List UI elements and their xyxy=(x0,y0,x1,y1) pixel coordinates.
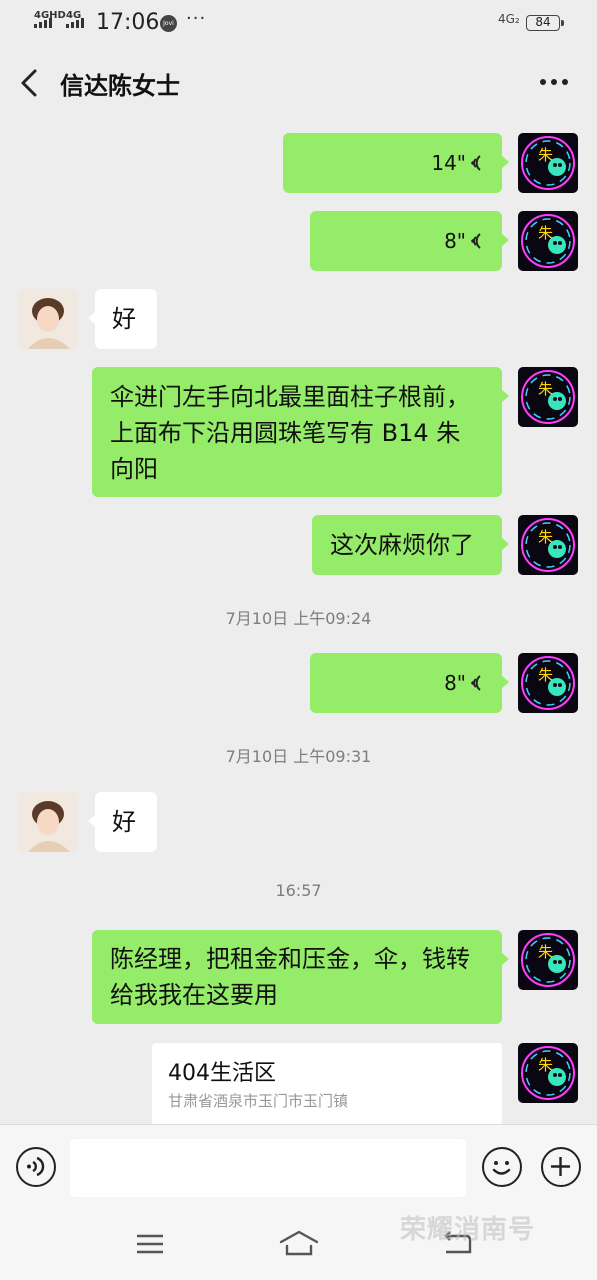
battery-icon: 84 xyxy=(526,15,564,31)
my-avatar[interactable]: 朱 xyxy=(518,1043,578,1103)
message-text: 好 xyxy=(112,808,136,836)
home-icon[interactable] xyxy=(278,1228,320,1258)
avatar-char: 朱 xyxy=(538,380,553,398)
voice-duration: 8" xyxy=(444,671,466,695)
avatar-char: 朱 xyxy=(538,528,553,546)
message-text: 这次麻烦你了 xyxy=(330,531,474,559)
message-line: 给我我在这要用 xyxy=(110,981,278,1009)
my-avatar[interactable]: 朱 xyxy=(518,133,578,193)
chat-timestamp: 7月10日 上午09:24 xyxy=(225,609,372,628)
avatar-char: 朱 xyxy=(538,146,553,164)
voice-message-bubble[interactable]: 14" xyxy=(283,133,509,193)
chat-timestamp: 7月10日 上午09:31 xyxy=(225,747,372,766)
chevron-left-icon[interactable] xyxy=(16,66,46,100)
chat-timestamp: 16:57 xyxy=(275,881,322,900)
voice-message-bubble[interactable]: 8" xyxy=(310,653,509,713)
voice-duration: 8" xyxy=(444,229,466,253)
my-avatar[interactable]: 朱 xyxy=(518,367,578,427)
text-message-bubble[interactable]: 伞进门左手向北最里面柱子根前， 上面布下沿用圆珠笔写有 B14 朱 向阳 xyxy=(92,367,509,497)
status-bar: 4GHD 4G 17:06 Jovi ··· 4G₂ 84 xyxy=(0,0,597,48)
location-card[interactable]: 404生活区 甘肃省酒泉市玉门市玉门镇 xyxy=(152,1043,502,1125)
location-address: 甘肃省酒泉市玉门市玉门镇 xyxy=(168,1092,349,1110)
avatar-char: 朱 xyxy=(538,224,553,242)
message-text: 好 xyxy=(112,305,136,333)
my-avatar[interactable]: 朱 xyxy=(518,930,578,990)
text-message-bubble[interactable]: 陈经理，把租金和压金，伞，钱转 给我我在这要用 xyxy=(92,930,509,1024)
voice-icon[interactable] xyxy=(16,1147,56,1187)
signal-icon-2 xyxy=(66,18,84,28)
my-avatar[interactable]: 朱 xyxy=(518,515,578,575)
location-name: 404生活区 xyxy=(168,1061,276,1086)
contact-avatar[interactable] xyxy=(18,792,78,852)
plus-icon[interactable] xyxy=(541,1147,581,1187)
chat-header: 信达陈女士 xyxy=(0,48,597,118)
emoji-icon[interactable] xyxy=(482,1147,522,1187)
voice-wave-icon xyxy=(471,233,481,249)
network-label-3: 4G₂ xyxy=(498,12,520,26)
signal-icon xyxy=(34,18,52,28)
message-line: 上面布下沿用圆珠笔写有 B14 朱 xyxy=(110,419,461,447)
voice-wave-icon xyxy=(471,155,481,171)
voice-duration: 14" xyxy=(431,151,466,175)
menu-icon[interactable] xyxy=(134,1232,166,1256)
message-input[interactable] xyxy=(70,1139,466,1197)
chat-title: 信达陈女士 xyxy=(60,72,180,100)
clock: 17:06 xyxy=(96,10,160,35)
avatar-char: 朱 xyxy=(538,943,553,961)
voice-wave-icon xyxy=(471,675,481,691)
text-message-bubble[interactable]: 好 xyxy=(88,289,157,349)
my-avatar[interactable]: 朱 xyxy=(518,211,578,271)
notification-dots: ··· xyxy=(186,8,207,29)
jovi-icon: Jovi xyxy=(160,15,177,32)
watermark: 荣耀消南号 xyxy=(400,1215,536,1245)
voice-message-bubble[interactable]: 8" xyxy=(310,211,509,271)
my-avatar[interactable]: 朱 xyxy=(518,653,578,713)
message-line: 陈经理，把租金和压金，伞，钱转 xyxy=(110,945,470,973)
message-line: 向阳 xyxy=(110,455,158,483)
input-bar xyxy=(0,1124,597,1208)
avatar-char: 朱 xyxy=(538,666,553,684)
avatar-char: 朱 xyxy=(538,1056,553,1074)
text-message-bubble[interactable]: 这次麻烦你了 xyxy=(312,515,509,575)
text-message-bubble[interactable]: 好 xyxy=(88,792,157,852)
contact-avatar[interactable] xyxy=(18,289,78,349)
more-dots-icon[interactable] xyxy=(534,64,574,100)
message-line: 伞进门左手向北最里面柱子根前， xyxy=(110,383,470,411)
